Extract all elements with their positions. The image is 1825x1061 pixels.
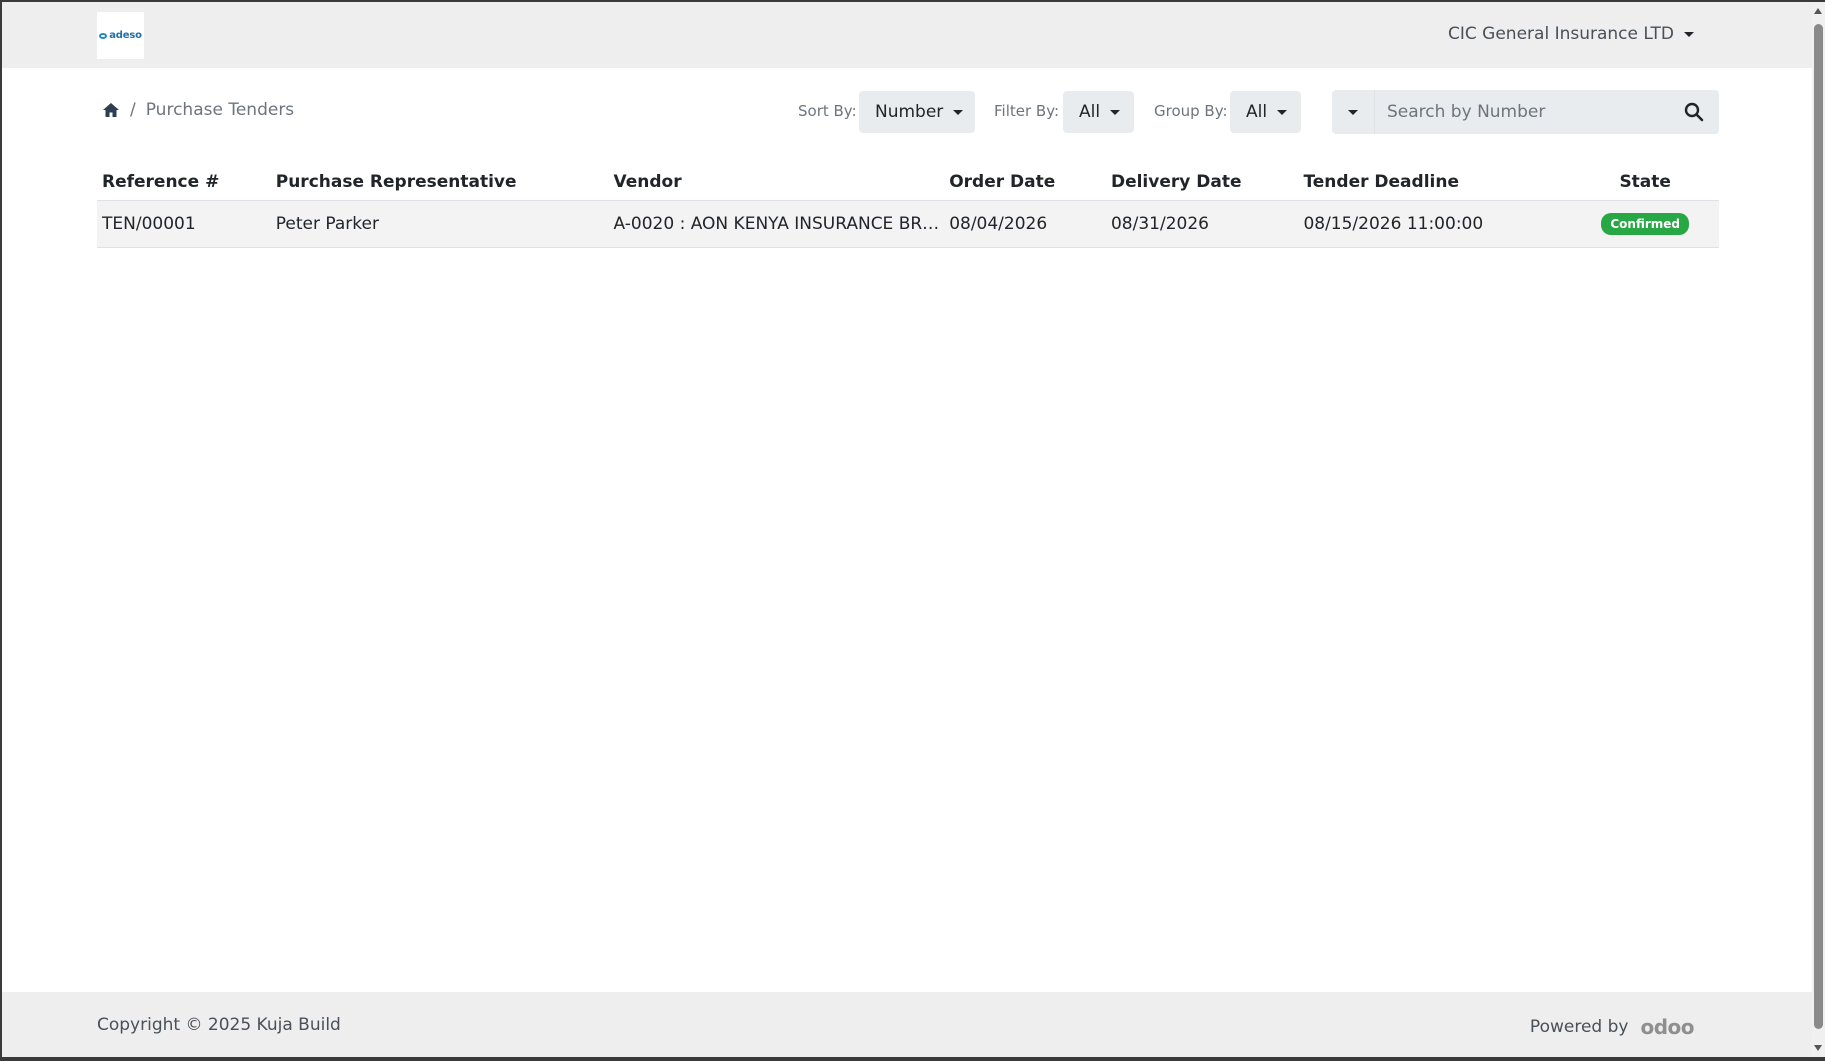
- sort-by-value: Number: [875, 102, 944, 122]
- column-header-order-date[interactable]: Order Date: [944, 164, 1106, 201]
- breadcrumb-current: Purchase Tenders: [145, 100, 295, 120]
- browser-viewport: adeso CIC General Insurance LTD / Purcha…: [2, 2, 1812, 1057]
- powered-by-label: Powered by: [1529, 1017, 1629, 1037]
- group-by-dropdown[interactable]: All: [1230, 91, 1301, 133]
- logo-text: adeso: [109, 30, 142, 41]
- cell-representative: Peter Parker: [270, 200, 609, 248]
- column-header-vendor[interactable]: Vendor: [608, 164, 945, 201]
- filter-by-label: Filter By:: [994, 102, 1060, 120]
- company-switcher[interactable]: CIC General Insurance LTD: [1448, 24, 1694, 44]
- filter-by-value: All: [1079, 102, 1101, 122]
- column-header-delivery-date[interactable]: Delivery Date: [1105, 164, 1299, 201]
- search-options-button[interactable]: [1332, 90, 1375, 134]
- caret-down-icon: [953, 109, 964, 115]
- search-group: [1332, 90, 1719, 134]
- caret-down-icon: [1277, 109, 1288, 115]
- vertical-scrollbar[interactable]: [1812, 2, 1825, 1057]
- scroll-up-icon[interactable]: [1814, 8, 1822, 14]
- caret-down-icon: [1684, 31, 1694, 37]
- company-name: CIC General Insurance LTD: [1448, 24, 1674, 44]
- cell-tender-deadline: 08/15/2026 11:00:00: [1298, 200, 1572, 248]
- group-by-label: Group By:: [1154, 102, 1228, 120]
- logo-mark-icon: [99, 32, 108, 39]
- footer: Copyright © 2025 Kuja Build Powered by o…: [2, 992, 1812, 1057]
- cell-delivery-date: 08/31/2026: [1105, 200, 1299, 248]
- sort-by-label: Sort By:: [798, 102, 857, 120]
- cell-order-date: 08/04/2026: [944, 200, 1106, 248]
- breadcrumb: / Purchase Tenders: [102, 100, 294, 120]
- search-button[interactable]: [1669, 90, 1719, 134]
- powered-by[interactable]: Powered by odoo: [1529, 1015, 1695, 1039]
- column-header-reference[interactable]: Reference #: [97, 164, 271, 201]
- odoo-logo: odoo: [1640, 1015, 1694, 1039]
- group-by-value: All: [1246, 102, 1268, 122]
- column-header-representative[interactable]: Purchase Representative: [270, 164, 609, 201]
- filter-by-dropdown[interactable]: All: [1063, 91, 1134, 133]
- search-input[interactable]: [1375, 90, 1669, 134]
- status-badge: Confirmed: [1601, 213, 1690, 235]
- scroll-down-icon[interactable]: [1814, 1045, 1822, 1051]
- company-logo[interactable]: adeso: [97, 12, 144, 59]
- sort-by-dropdown[interactable]: Number: [859, 91, 975, 133]
- top-navbar: adeso CIC General Insurance LTD: [2, 2, 1812, 68]
- caret-down-icon: [1348, 109, 1358, 115]
- copyright-text: Copyright © 2025 Kuja Build: [97, 1015, 341, 1035]
- column-header-tender-deadline[interactable]: Tender Deadline: [1298, 164, 1572, 201]
- table-row[interactable]: TEN/00001 Peter Parker A-0020 : AON KENY…: [97, 200, 1719, 248]
- table-header-row: Reference # Purchase Representative Vend…: [97, 164, 1719, 201]
- home-icon[interactable]: [102, 102, 120, 118]
- tenders-table: Reference # Purchase Representative Vend…: [97, 164, 1719, 248]
- cell-vendor: A-0020 : AON KENYA INSURANCE BR…: [608, 200, 945, 248]
- cell-state: Confirmed: [1571, 200, 1719, 248]
- breadcrumb-separator: /: [130, 100, 136, 120]
- caret-down-icon: [1110, 109, 1121, 115]
- column-header-state[interactable]: State: [1571, 164, 1719, 201]
- search-icon: [1684, 102, 1704, 122]
- cell-reference[interactable]: TEN/00001: [97, 200, 271, 248]
- scroll-thumb[interactable]: [1814, 24, 1823, 1029]
